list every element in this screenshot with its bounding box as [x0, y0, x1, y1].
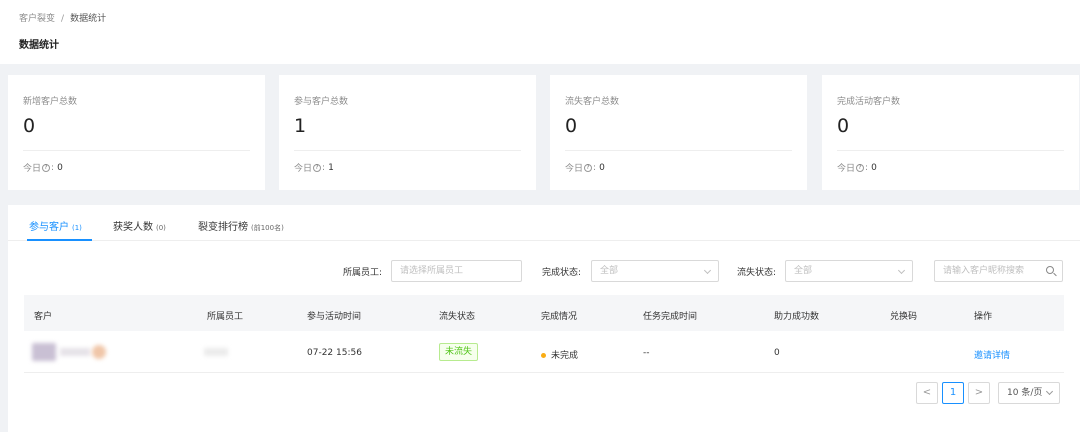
tab-participants[interactable]: 参与客户 (1) [29, 218, 82, 233]
stat-value: 0 [23, 115, 36, 137]
col-actions: 操作 [974, 312, 993, 322]
tab-leaderboard[interactable]: 裂变排行榜 (前100名) [198, 218, 284, 233]
question-icon[interactable]: ? [42, 163, 51, 172]
col-task-time: 任务完成时间 [643, 312, 698, 322]
complete-filter-label: 完成状态: [542, 268, 582, 278]
complete-status-select[interactable]: 全部 [591, 260, 719, 282]
page-size-value: 10 条/页 [1007, 388, 1043, 398]
question-icon[interactable]: ? [313, 163, 322, 172]
stat-label: 完成活动客户数 [837, 97, 901, 107]
question-icon[interactable]: ? [584, 163, 593, 172]
assist-count: 0 [774, 348, 780, 358]
card-divider [23, 150, 250, 151]
chevron-down-icon [703, 266, 712, 275]
stat-value: 0 [837, 115, 850, 137]
tab-winners[interactable]: 获奖人数 (0) [113, 218, 166, 233]
col-completion: 完成情况 [541, 312, 578, 322]
stat-label: 流失客户总数 [565, 97, 620, 107]
colon: : [51, 162, 55, 173]
table-header: 客户 所属员工 参与活动时间 流失状态 完成情况 任务完成时间 助力成功数 兑换… [24, 295, 1064, 331]
search-icon[interactable] [1046, 266, 1054, 274]
next-page-button[interactable]: > [968, 382, 990, 404]
staff-select[interactable]: 请选择所属员工 [391, 260, 522, 282]
customer-name-redacted [60, 348, 90, 356]
page-header: 客户裂变 / 数据统计 数据统计 [0, 0, 1080, 64]
tab-bar: 参与客户 (1) 获奖人数 (0) 裂变排行榜 (前100名) [8, 205, 1080, 241]
stat-value: 1 [294, 115, 307, 137]
task-complete-time: -- [643, 348, 650, 358]
stat-value: 0 [565, 115, 578, 137]
today-label: 今日 [294, 164, 313, 174]
completion-text: 未完成 [551, 351, 579, 361]
data-panel: 参与客户 (1) 获奖人数 (0) 裂变排行榜 (前100名) 所属员工: 请选择所属… [8, 205, 1080, 432]
chevron-down-icon [1045, 387, 1054, 396]
colon: : [593, 162, 597, 173]
churn-filter-label: 流失状态: [737, 268, 777, 278]
tab-label: 参与客户 [29, 222, 69, 233]
col-assist-count: 助力成功数 [774, 312, 820, 322]
prev-page-button[interactable]: < [916, 382, 938, 404]
chevron-down-icon [897, 266, 906, 275]
tab-active-indicator [27, 239, 92, 241]
churn-status-select[interactable]: 全部 [785, 260, 913, 282]
staff-select-placeholder: 请选择所属员工 [400, 266, 464, 276]
tab-count: (0) [156, 224, 166, 232]
today-value: 1 [328, 162, 334, 173]
stat-today: 今日?:0 [837, 161, 877, 175]
invite-details-link[interactable]: 邀请详情 [974, 348, 1010, 361]
today-value: 0 [871, 162, 877, 173]
stat-label: 新增客户总数 [23, 97, 78, 107]
complete-status-value: 全部 [600, 266, 619, 276]
today-label: 今日 [565, 164, 584, 174]
today-label: 今日 [23, 164, 42, 174]
churn-status-value: 全部 [794, 266, 813, 276]
join-time: 07-22 15:56 [307, 348, 362, 358]
today-value: 0 [57, 162, 63, 173]
page-title: 数据统计 [19, 40, 59, 51]
page-1-button[interactable]: 1 [942, 382, 964, 404]
breadcrumb: 客户裂变 / 数据统计 [19, 11, 106, 24]
colon: : [322, 162, 326, 173]
status-dot-icon [541, 353, 546, 358]
search-placeholder: 请输入客户昵称搜索 [943, 266, 1025, 276]
question-icon[interactable]: ? [856, 163, 865, 172]
col-redeem-code: 兑换码 [890, 312, 918, 322]
col-customer: 客户 [34, 312, 53, 322]
customer-avatar [32, 343, 56, 361]
col-staff: 所属员工 [207, 312, 244, 322]
status-badge: 未流失 [439, 343, 479, 361]
breadcrumb-parent[interactable]: 客户裂变 [19, 14, 55, 24]
card-divider [294, 150, 521, 151]
table-row: 07-22 15:56 未流失 未完成 -- 0 邀请详情 [24, 331, 1064, 373]
customer-badge-redacted [92, 345, 106, 359]
stat-today: 今日?:0 [565, 161, 605, 175]
staff-filter-label: 所属员工: [343, 268, 383, 278]
breadcrumb-separator: / [61, 14, 65, 24]
completion-status: 未完成 [541, 348, 578, 361]
customer-search-input[interactable]: 请输入客户昵称搜索 [934, 260, 1063, 282]
today-value: 0 [599, 162, 605, 173]
stat-today: 今日?:0 [23, 161, 63, 175]
stat-today: 今日?:1 [294, 161, 334, 175]
page-size-select[interactable]: 10 条/页 [998, 382, 1060, 404]
tab-label: 裂变排行榜 [198, 222, 248, 233]
tab-label: 获奖人数 [113, 222, 153, 233]
today-label: 今日 [837, 164, 856, 174]
card-divider [837, 150, 1064, 151]
col-churn-status: 流失状态 [439, 312, 476, 322]
staff-name-redacted [204, 348, 228, 356]
tab-count: (前100名) [251, 224, 284, 232]
stat-label: 参与客户总数 [294, 97, 349, 107]
colon: : [865, 162, 869, 173]
breadcrumb-current: 数据统计 [70, 14, 107, 24]
tab-count: (1) [72, 224, 82, 232]
card-divider [565, 150, 792, 151]
col-join-time: 参与活动时间 [307, 312, 362, 322]
